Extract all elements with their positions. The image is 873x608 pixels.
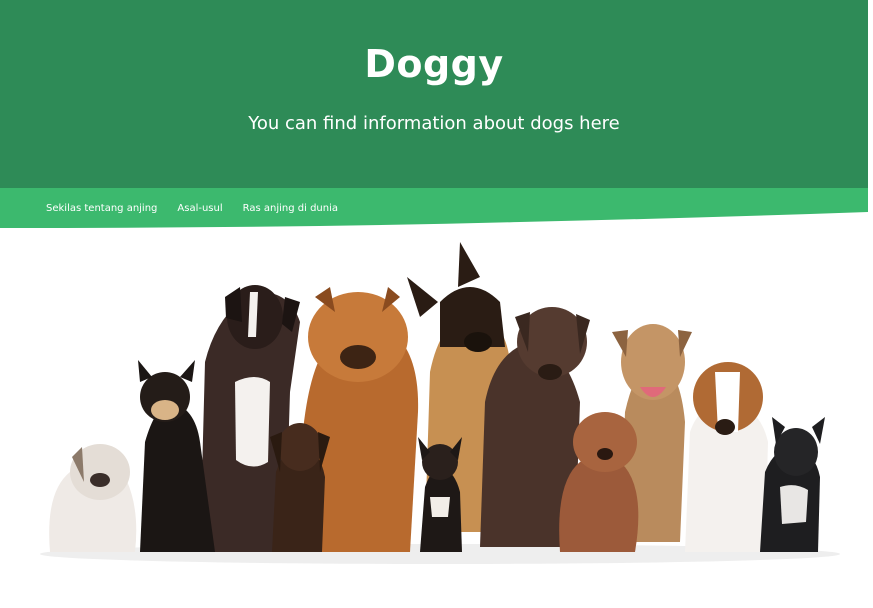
nav-link-asal-usul[interactable]: Asal-usul [177, 203, 222, 214]
dachshund-dog [270, 423, 330, 552]
shih-tzu-dog [49, 444, 137, 552]
site-title: Doggy [364, 42, 504, 86]
chihuahua-dog [418, 437, 462, 552]
nav-bar: Sekilas tentang anjing Asal-usul Ras anj… [0, 188, 873, 230]
french-bulldog [760, 417, 825, 552]
dogs-hero-image [0, 232, 873, 608]
beagle-dog [685, 362, 768, 552]
page-header: Doggy You can find information about dog… [0, 0, 868, 190]
main-nav: Sekilas tentang anjing Asal-usul Ras anj… [46, 203, 338, 214]
nav-link-ras-anjing[interactable]: Ras anjing di dunia [243, 203, 338, 214]
site-subtitle: You can find information about dogs here [248, 113, 620, 134]
nav-link-sekilas[interactable]: Sekilas tentang anjing [46, 203, 157, 214]
